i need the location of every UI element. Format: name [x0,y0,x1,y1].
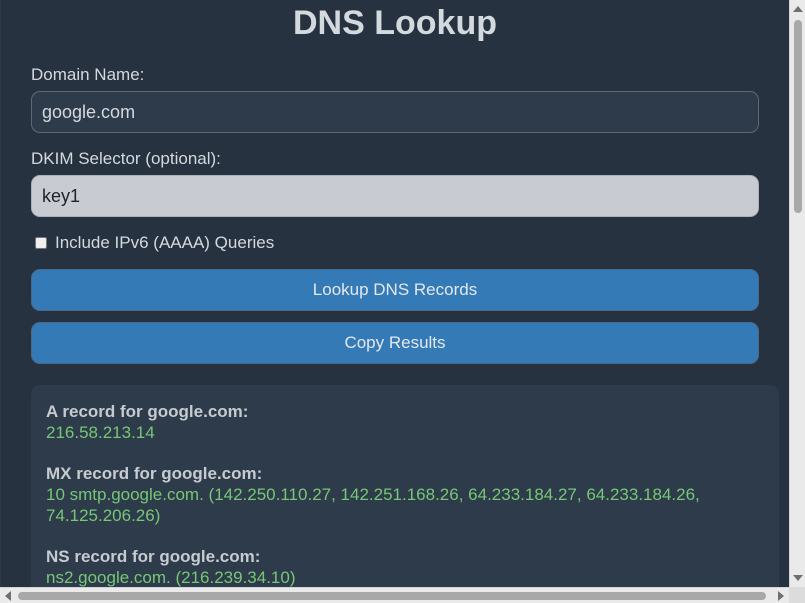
result-record: MX record for google.com: 10 smtp.google… [46,463,764,526]
scrollbar-corner [789,587,805,603]
dkim-selector-input[interactable] [31,175,759,217]
copy-results-button[interactable]: Copy Results [31,322,759,364]
horizontal-scrollbar[interactable] [0,587,789,603]
page-title: DNS Lookup [293,4,497,42]
horizontal-scroll-thumb[interactable] [18,592,766,600]
scroll-right-arrow-icon[interactable] [778,591,784,601]
record-value: 10 smtp.google.com. (142.250.110.27, 142… [46,485,700,525]
dns-lookup-container: DNS Lookup Domain Name: DKIM Selector (o… [1,0,789,587]
result-record: A record for google.com: 216.58.213.14 [46,401,764,443]
record-title: A record for google.com: [46,402,249,421]
results-panel: A record for google.com: 216.58.213.14 M… [31,385,779,587]
record-value: 216.58.213.14 [46,423,155,442]
scroll-down-arrow-icon[interactable] [793,575,803,581]
scroll-left-arrow-icon[interactable] [5,591,11,601]
record-title: NS record for google.com: [46,547,261,566]
scroll-up-arrow-icon[interactable] [793,6,803,12]
result-record: NS record for google.com: ns2.google.com… [46,546,764,587]
ipv6-checkbox[interactable] [35,237,47,249]
domain-name-label: Domain Name: [31,65,145,84]
dkim-selector-label: DKIM Selector (optional): [31,149,221,168]
lookup-dns-records-button[interactable]: Lookup DNS Records [31,269,759,311]
record-title: MX record for google.com: [46,464,263,483]
ipv6-option[interactable]: Include IPv6 (AAAA) Queries [35,233,274,253]
domain-name-input[interactable] [31,91,759,133]
record-value: ns2.google.com. (216.239.34.10) [46,568,296,587]
vertical-scrollbar[interactable] [789,0,805,587]
page-viewport: DNS Lookup Domain Name: DKIM Selector (o… [0,0,789,587]
vertical-scroll-thumb[interactable] [794,20,802,213]
ipv6-checkbox-label[interactable]: Include IPv6 (AAAA) Queries [55,233,274,253]
